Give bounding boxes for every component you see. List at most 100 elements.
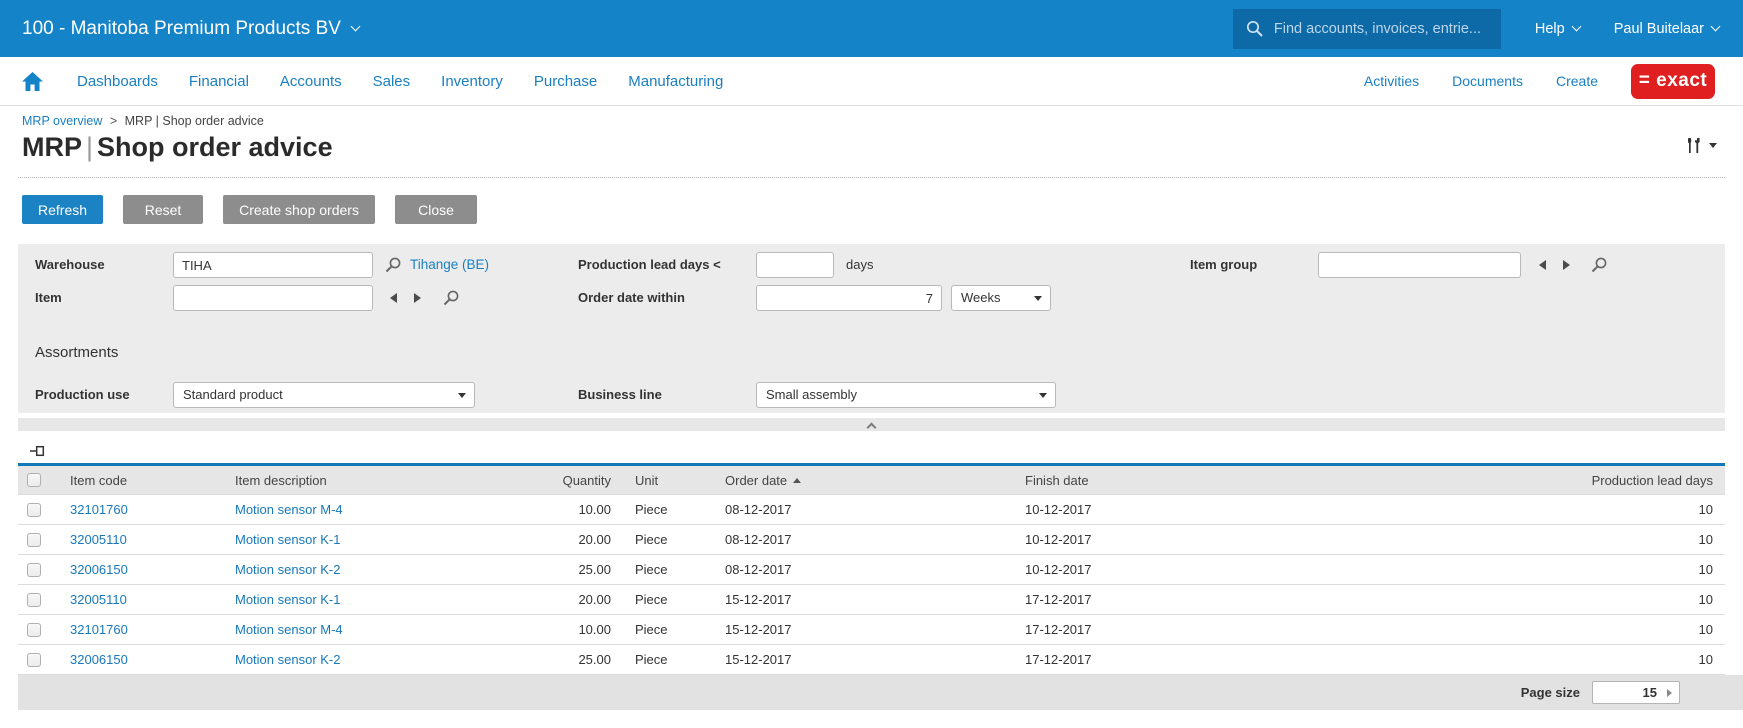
warehouse-value-link[interactable]: Tihange (BE) bbox=[410, 252, 489, 278]
pin-columns-icon[interactable] bbox=[30, 445, 45, 458]
col-finish-date[interactable]: Finish date bbox=[1013, 465, 1433, 495]
create-shop-orders-button[interactable]: Create shop orders bbox=[223, 195, 375, 224]
select-all-checkbox[interactable] bbox=[27, 473, 41, 487]
breadcrumb-separator: > bbox=[110, 114, 117, 128]
item-group-input[interactable] bbox=[1318, 252, 1521, 278]
nav-item-dashboards[interactable]: Dashboards bbox=[77, 73, 158, 90]
days-suffix: days bbox=[846, 252, 873, 278]
order-date-within-input[interactable] bbox=[756, 285, 942, 311]
warehouse-label: Warehouse bbox=[35, 252, 105, 278]
item-code-link[interactable]: 32005110 bbox=[70, 592, 127, 607]
home-icon[interactable] bbox=[22, 72, 43, 91]
item-input[interactable] bbox=[173, 285, 373, 311]
col-production-lead-days[interactable]: Production lead days bbox=[1433, 465, 1725, 495]
business-line-select[interactable]: Small assembly bbox=[756, 382, 1056, 408]
finish-date-cell: 10-12-2017 bbox=[1013, 525, 1433, 555]
item-group-next-icon[interactable] bbox=[1563, 260, 1570, 270]
nav-item-activities[interactable]: Activities bbox=[1364, 73, 1419, 89]
table-row: 32006150 Motion sensor K-2 25.00 Piece 1… bbox=[18, 645, 1725, 675]
app-root: 100 - Manitoba Premium Products BV Help … bbox=[0, 0, 1743, 710]
nav-item-documents[interactable]: Documents bbox=[1452, 73, 1523, 89]
item-description-link[interactable]: Motion sensor K-2 bbox=[235, 562, 341, 577]
item-code-link[interactable]: 32005110 bbox=[70, 532, 127, 547]
customize-menu[interactable] bbox=[1686, 137, 1717, 154]
warehouse-search-icon[interactable] bbox=[384, 256, 402, 274]
search-input[interactable] bbox=[1274, 21, 1491, 37]
nav-item-manufacturing[interactable]: Manufacturing bbox=[628, 73, 723, 90]
dropdown-arrow-icon bbox=[458, 393, 466, 398]
row-checkbox[interactable] bbox=[27, 533, 41, 547]
item-label: Item bbox=[35, 285, 62, 311]
chevron-down-icon bbox=[1709, 143, 1717, 148]
quantity-cell: 10.00 bbox=[515, 495, 623, 525]
row-checkbox[interactable] bbox=[27, 623, 41, 637]
row-checkbox[interactable] bbox=[27, 593, 41, 607]
order-date-unit-select[interactable]: Weeks bbox=[951, 285, 1051, 311]
nav-item-inventory[interactable]: Inventory bbox=[441, 73, 503, 90]
company-selector[interactable]: 100 - Manitoba Premium Products BV bbox=[22, 18, 359, 40]
next-page-icon[interactable] bbox=[1667, 689, 1672, 697]
col-quantity[interactable]: Quantity bbox=[515, 465, 623, 495]
row-checkbox[interactable] bbox=[27, 563, 41, 577]
user-menu[interactable]: Paul Buitelaar bbox=[1614, 21, 1719, 37]
dropdown-arrow-icon bbox=[1034, 296, 1042, 301]
item-code-link[interactable]: 32101760 bbox=[70, 622, 128, 637]
col-item-description[interactable]: Item description bbox=[223, 465, 515, 495]
refresh-button[interactable]: Refresh bbox=[22, 195, 103, 224]
item-description-link[interactable]: Motion sensor M-4 bbox=[235, 502, 343, 517]
unit-cell: Piece bbox=[623, 555, 713, 585]
finish-date-cell: 10-12-2017 bbox=[1013, 495, 1433, 525]
page-title: MRP|Shop order advice bbox=[22, 131, 1725, 163]
unit-cell: Piece bbox=[623, 585, 713, 615]
nav-item-sales[interactable]: Sales bbox=[373, 73, 411, 90]
chevron-down-icon bbox=[1571, 22, 1581, 32]
global-search[interactable] bbox=[1233, 9, 1501, 49]
col-order-date[interactable]: Order date bbox=[713, 465, 1013, 495]
row-checkbox[interactable] bbox=[27, 503, 41, 517]
dropdown-arrow-icon bbox=[1039, 393, 1047, 398]
unit-cell: Piece bbox=[623, 525, 713, 555]
item-search-icon[interactable] bbox=[442, 289, 460, 307]
chevron-up-icon bbox=[867, 423, 877, 433]
nav-item-financial[interactable]: Financial bbox=[189, 73, 249, 90]
item-description-link[interactable]: Motion sensor K-1 bbox=[235, 592, 341, 607]
unit-cell: Piece bbox=[623, 495, 713, 525]
item-description-link[interactable]: Motion sensor K-2 bbox=[235, 652, 341, 667]
item-prev-icon[interactable] bbox=[390, 293, 397, 303]
help-menu[interactable]: Help bbox=[1535, 21, 1580, 37]
order-date-cell: 08-12-2017 bbox=[713, 525, 1013, 555]
nav-item-create[interactable]: Create bbox=[1556, 73, 1598, 89]
finish-date-cell: 10-12-2017 bbox=[1013, 555, 1433, 585]
item-code-link[interactable]: 32006150 bbox=[70, 562, 128, 577]
item-description-link[interactable]: Motion sensor K-1 bbox=[235, 532, 341, 547]
breadcrumb-parent-link[interactable]: MRP overview bbox=[22, 114, 102, 128]
item-code-link[interactable]: 32101760 bbox=[70, 502, 128, 517]
table-header-row: Item code Item description Quantity Unit… bbox=[18, 465, 1725, 495]
col-item-code[interactable]: Item code bbox=[58, 465, 223, 495]
item-group-search-icon[interactable] bbox=[1590, 256, 1608, 274]
close-button[interactable]: Close bbox=[395, 195, 477, 224]
production-lead-days-input[interactable] bbox=[756, 252, 834, 278]
nav-item-accounts[interactable]: Accounts bbox=[280, 73, 342, 90]
item-code-link[interactable]: 32006150 bbox=[70, 652, 128, 667]
col-unit[interactable]: Unit bbox=[623, 465, 713, 495]
page-size-input[interactable]: 15 bbox=[1592, 681, 1680, 704]
warehouse-input[interactable] bbox=[173, 252, 373, 278]
collapse-filters-strip[interactable] bbox=[18, 418, 1725, 431]
table-body: 32101760 Motion sensor M-4 10.00 Piece 0… bbox=[18, 495, 1725, 675]
quantity-cell: 20.00 bbox=[515, 525, 623, 555]
production-use-select[interactable]: Standard product bbox=[173, 382, 475, 408]
row-checkbox[interactable] bbox=[27, 653, 41, 667]
assortments-label: Assortments bbox=[35, 344, 118, 361]
item-description-link[interactable]: Motion sensor M-4 bbox=[235, 622, 343, 637]
company-name: 100 - Manitoba Premium Products BV bbox=[22, 18, 341, 40]
item-group-prev-icon[interactable] bbox=[1539, 260, 1546, 270]
tools-icon bbox=[1686, 137, 1702, 154]
finish-date-cell: 17-12-2017 bbox=[1013, 615, 1433, 645]
lead-days-cell: 10 bbox=[1433, 585, 1725, 615]
reset-button[interactable]: Reset bbox=[123, 195, 203, 224]
business-line-label: Business line bbox=[578, 382, 662, 408]
title-separator: | bbox=[82, 132, 97, 162]
nav-item-purchase[interactable]: Purchase bbox=[534, 73, 597, 90]
item-next-icon[interactable] bbox=[414, 293, 421, 303]
